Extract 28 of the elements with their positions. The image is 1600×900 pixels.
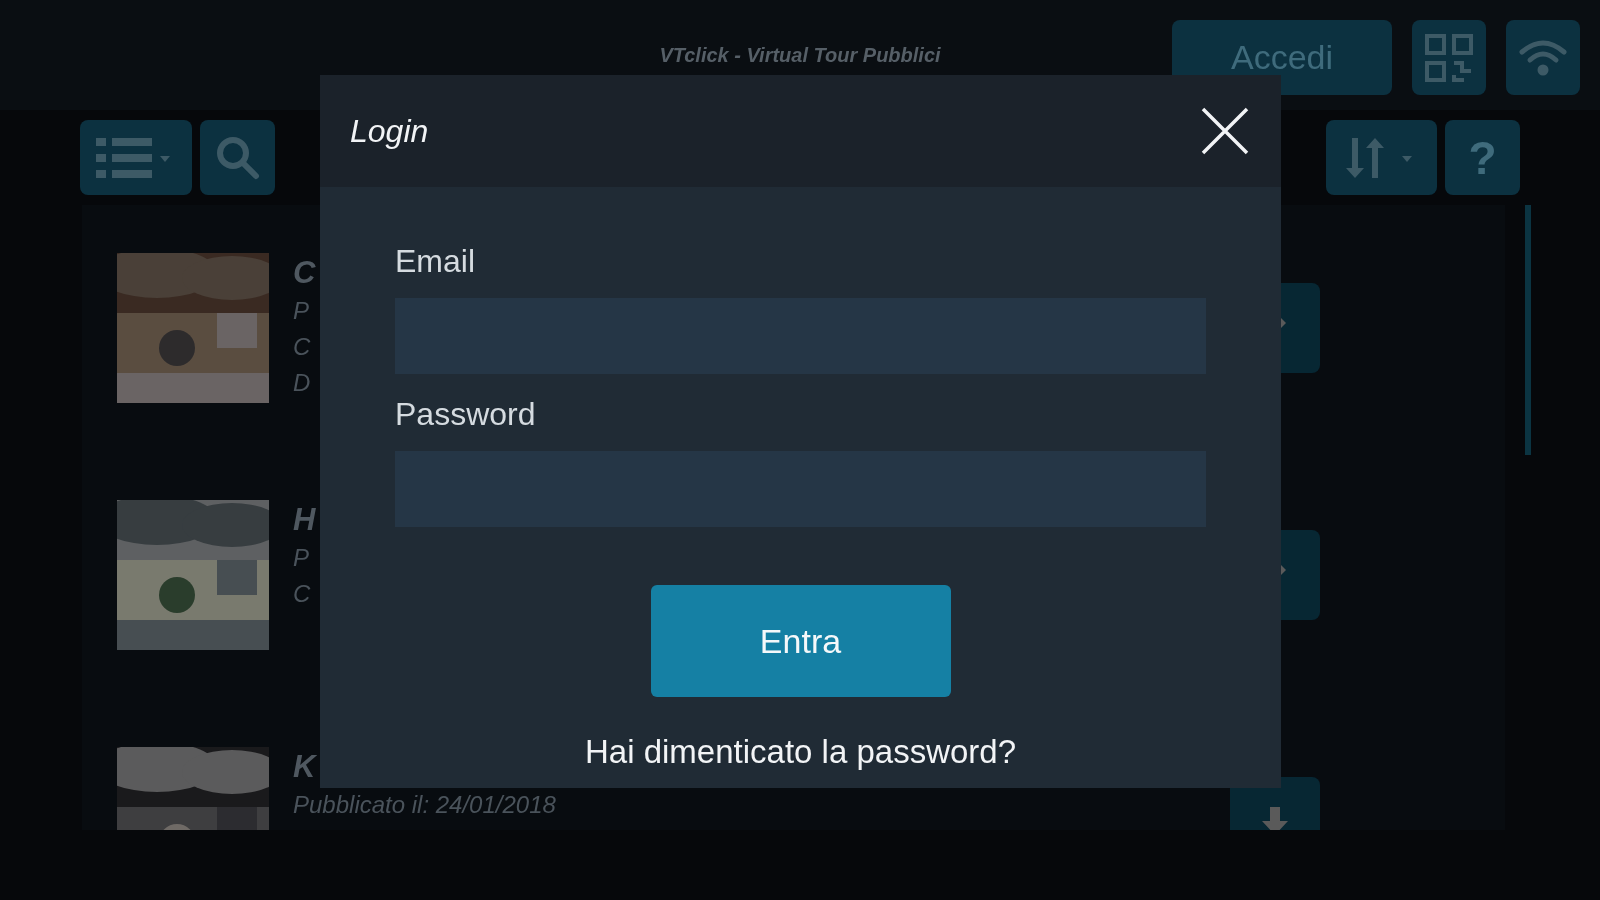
submit-button[interactable]: Entra [650,585,951,697]
search-icon [214,134,261,181]
forgot-password-link[interactable]: Hai dimenticato la password? [584,733,1016,771]
help-button[interactable]: ? [1445,120,1520,195]
tour-detail: P [293,296,309,326]
wifi-button[interactable] [1506,20,1580,95]
tour-detail: C [293,332,311,362]
tour-title: C [293,254,316,292]
close-button[interactable] [1199,105,1251,157]
tour-detail: C [293,579,311,609]
list-view-button[interactable] [80,120,192,195]
search-button[interactable] [200,120,275,195]
field-label: Password [395,396,536,433]
qr-code-icon [1424,32,1474,83]
dialog-title: Login [350,112,429,150]
tour-title: H [293,501,316,539]
download-icon [1260,805,1290,830]
field-label: Email [395,243,475,280]
tour-detail: D [293,368,311,398]
close-icon [1199,105,1251,157]
sort-button[interactable] [1326,120,1437,195]
tour-detail: P [293,543,309,573]
app-title: VTclick - Virtual Tour Pubblici [659,44,941,67]
scrollbar[interactable] [1525,205,1531,455]
wifi-icon [1518,37,1568,78]
tour-title: K [293,748,316,786]
qr-code-button[interactable] [1412,20,1486,95]
tour-detail: Pubblicato il: 24/01/2018 [293,790,556,820]
